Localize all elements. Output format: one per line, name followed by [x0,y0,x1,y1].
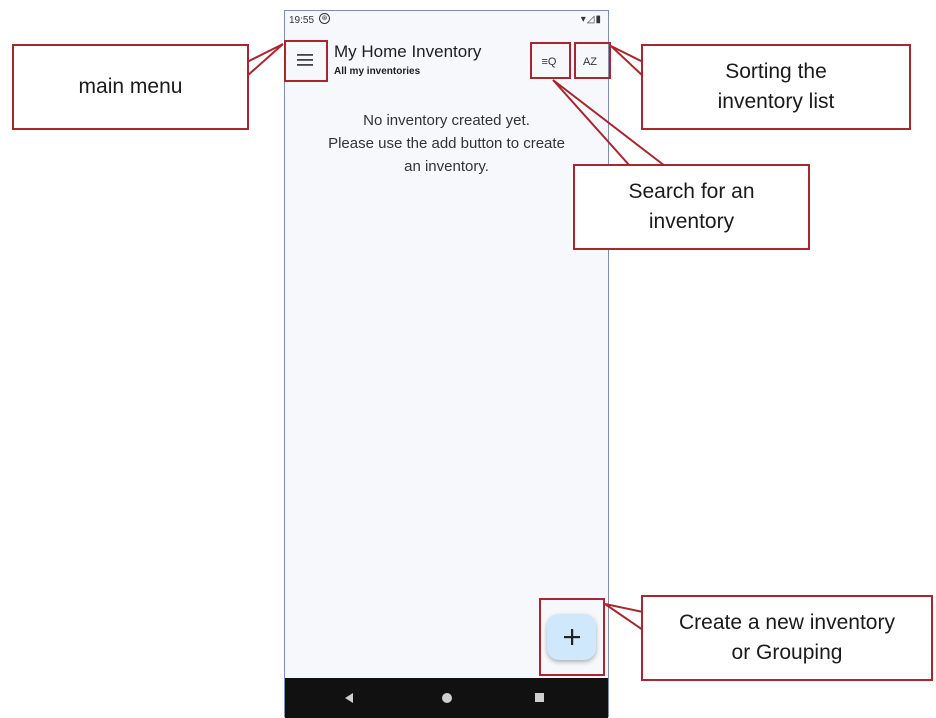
callout-create-line-1: Create a new inventory [679,611,895,634]
sort-highlight-box [574,42,611,79]
back-icon[interactable] [345,693,353,703]
callout-search-line-2: inventory [648,210,735,233]
empty-state-message: No inventory created yet. Please use the… [285,109,608,178]
notification-icon: ⊛ [319,13,330,24]
fab-highlight-box [539,598,605,676]
status-time: 19:55 [289,15,315,26]
page-subtitle: All my inventories [334,66,421,77]
callout-main-menu: main menu [12,44,249,130]
callout-main-menu-text: main menu [78,75,183,98]
callout-create: Create a new inventory or Grouping [641,595,933,681]
status-bar: 19:55 ⊛ ▾◿▮ [285,11,608,31]
empty-state-line-3: an inventory. [404,158,489,175]
menu-highlight-box [284,40,328,82]
search-highlight-box [530,42,571,79]
callout-sorting: Sorting the inventory list [641,44,911,130]
page-title: My Home Inventory [334,42,482,61]
callout-create-line-2: or Grouping [731,641,843,664]
callout-search-line-1: Search for an [628,180,755,203]
system-nav-bar [285,678,608,718]
callout-sorting-line-1: Sorting the [725,60,827,83]
callout-search: Search for an inventory [573,164,810,250]
system-status-icons: ▾◿▮ [580,14,602,25]
home-icon[interactable] [442,693,452,703]
empty-state-line-1: No inventory created yet. [363,112,530,129]
callout-sorting-line-2: inventory list [717,90,835,113]
recent-apps-icon[interactable] [535,693,544,702]
empty-state-line-2: Please use the add button to create [328,135,565,152]
